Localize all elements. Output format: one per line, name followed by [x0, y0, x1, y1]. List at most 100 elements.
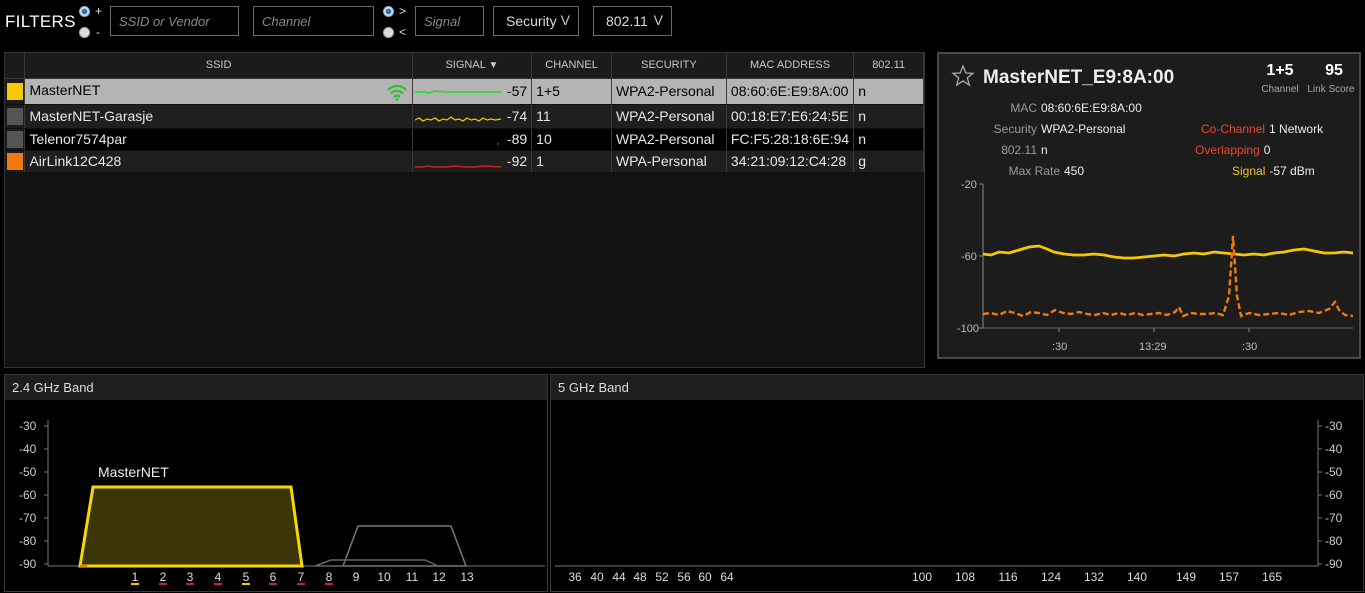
details-standard-key: 802.11 — [1001, 143, 1037, 157]
ssid-cell: MasterNET-Garasje — [24, 104, 413, 129]
network-shape-garasje — [314, 559, 439, 567]
network-details-panel: MasterNET_E9:8A:00 1+5 Channel 95 Link S… — [937, 52, 1361, 359]
ssid-filter-input[interactable]: SSID or Vendor — [110, 6, 239, 36]
details-standard-row: 802.11 n — [949, 143, 1048, 157]
security-cell: WPA2-Personal — [611, 104, 727, 129]
chart-x-tick: :30 — [1242, 341, 1257, 353]
channel-tick: 1 — [132, 570, 139, 584]
channel-tick: 165 — [1262, 570, 1282, 584]
channel-tick: 36 — [568, 570, 582, 584]
band-5ghz-title: 5 GHz Band — [551, 375, 1363, 400]
link-score-label: Link Score — [1307, 84, 1355, 95]
details-channel-value: 1+5 — [1266, 62, 1294, 79]
link-score-value: 95 — [1325, 62, 1343, 79]
network-table: SSID SIGNAL ▼ CHANNEL SECURITY MAC ADDRE… — [5, 53, 924, 173]
channel-tick: 3 — [187, 570, 194, 584]
channel-tick: 116 — [998, 570, 1017, 584]
network-color-cell — [5, 150, 26, 173]
channel-tick: 60 — [698, 570, 712, 584]
table-row[interactable]: MasterNET -57 1+5 WPA2-Personal 08:60:6E… — [5, 78, 924, 105]
band-y-tick: -50 — [19, 465, 37, 479]
ssid-column-header[interactable]: SSID — [24, 53, 413, 79]
details-mac-row: MAC 08:60:6E:E9:8A:00 — [949, 101, 1141, 115]
network-color-swatch[interactable] — [6, 82, 23, 100]
ssid-exclude-radio[interactable] — [79, 27, 90, 38]
signal-less-radio[interactable] — [383, 27, 394, 38]
signal-sparkline — [414, 89, 501, 94]
table-row[interactable]: Telenor7574par -89 10 WPA2-Personal FC:F… — [5, 128, 924, 151]
signal-history-chart: -20 -60 -100 :30 13:29 :30 — [957, 179, 1354, 353]
signal-value: -89 — [506, 131, 528, 147]
filters-title: FILTERS — [5, 12, 76, 31]
channel-tick: 132 — [1084, 570, 1104, 584]
signal-filter-input[interactable]: Signal — [415, 6, 484, 36]
ssid-exclude-label: - — [96, 25, 100, 39]
details-security-value: WPA2-Personal — [1041, 122, 1126, 136]
channel-column-header[interactable]: CHANNEL — [531, 53, 612, 79]
co-channel-value: 1 Network — [1269, 122, 1324, 136]
band-y-tick: -80 — [19, 534, 37, 548]
signal-greater-radio[interactable] — [383, 6, 394, 17]
favorite-star-icon[interactable] — [951, 64, 975, 88]
signal-sparkline — [414, 164, 501, 168]
chart-y-tick: -20 — [961, 179, 977, 191]
channel-tick: 10 — [377, 570, 391, 584]
security-column-header[interactable]: SECURITY — [611, 53, 727, 79]
band-y-tick: -70 — [19, 511, 37, 525]
signal-value: -92 — [506, 153, 528, 169]
band-24ghz-panel: 2.4 GHz Band -30 -40 -50 -60 -70 -80 -90… — [4, 374, 548, 592]
security-dropdown-label: Security — [506, 13, 557, 29]
co-channel-key: Co-Channel — [1201, 122, 1266, 136]
band-y-tick: -40 — [1325, 442, 1343, 456]
band-y-tick: -60 — [1325, 488, 1343, 502]
band-24ghz-chart: -30 -40 -50 -60 -70 -80 -90 MasterNET 1 … — [19, 419, 545, 585]
overlapping-key: Overlapping — [1195, 143, 1260, 157]
channel-tick: 5 — [243, 570, 250, 584]
channel-tick: 44 — [612, 570, 626, 584]
security-cell: WPA2-Personal — [611, 128, 727, 151]
ssid-cell: AirLink12C428 — [24, 150, 413, 173]
channel-tick: 56 — [677, 570, 691, 584]
details-security-row: Security WPA2-Personal — [949, 122, 1126, 136]
channel-cell: 1 — [531, 150, 612, 173]
network-color-cell — [5, 104, 26, 129]
ssid-include-radio[interactable] — [79, 6, 90, 17]
signal-greater-label: > — [399, 4, 407, 18]
chevron-down-icon: V — [560, 12, 570, 28]
standard-column-header[interactable]: 802.11 — [853, 53, 924, 79]
network-shape-masternet — [78, 485, 304, 568]
channel-tick: 100 — [912, 570, 932, 584]
security-dropdown[interactable]: Security V — [493, 6, 579, 36]
table-row[interactable]: AirLink12C428 -92 1 WPA-Personal 34:21:0… — [5, 150, 924, 173]
band-y-tick: -60 — [19, 488, 37, 502]
channel-tick: 140 — [1127, 570, 1147, 584]
details-title: MasterNET_E9:8A:00 — [983, 67, 1175, 88]
wifi-connected-icon — [386, 84, 407, 101]
signal-sparkline — [496, 142, 499, 145]
chevron-down-icon: V — [653, 12, 663, 28]
signal-value: -74 — [506, 108, 528, 124]
filter-bar: FILTERS + - SSID or Vendor Channel > < S… — [0, 0, 1365, 45]
channel-tick: 149 — [1176, 570, 1196, 584]
mac-cell: 08:60:6E:E9:8A:00 — [726, 78, 855, 105]
mac-column-header[interactable]: MAC ADDRESS — [726, 53, 855, 79]
channel-cell: 1+5 — [531, 78, 612, 105]
ssid-text: MasterNET — [29, 81, 101, 98]
channel-filter-input[interactable]: Channel — [253, 6, 374, 36]
signal-cell: -89 — [412, 128, 533, 151]
chart-x-tick: :30 — [1052, 341, 1067, 353]
network-color-swatch[interactable] — [6, 130, 23, 148]
security-cell: WPA2-Personal — [611, 78, 727, 105]
band-y-tick: -30 — [1325, 419, 1343, 433]
network-color-cell — [5, 128, 26, 151]
signal-less-label: < — [399, 25, 407, 39]
channel-tick: 4 — [215, 570, 222, 584]
network-color-swatch[interactable] — [6, 152, 23, 170]
signal-column-header[interactable]: SIGNAL ▼ — [412, 53, 533, 79]
table-row[interactable]: MasterNET-Garasje -74 11 WPA2-Personal 0… — [5, 104, 924, 129]
sort-desc-icon: ▼ — [488, 60, 499, 72]
band-y-tick: -40 — [19, 442, 37, 456]
channel-cell: 10 — [531, 128, 612, 151]
network-color-swatch[interactable] — [6, 107, 23, 125]
standard-dropdown[interactable]: 802.11 V — [593, 6, 672, 36]
